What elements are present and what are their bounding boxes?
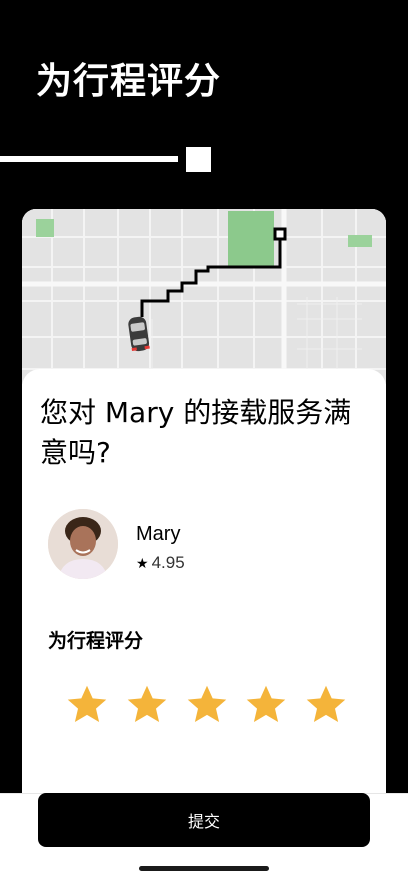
driver-rating: ★ 4.95 [136,553,185,573]
trip-map [22,209,386,384]
destination-marker [273,227,287,241]
star-icon: ★ [136,554,149,571]
page-title: 为行程评分 [36,61,222,102]
star-1-icon[interactable] [64,682,110,728]
rate-trip-heading: 为行程评分 [48,630,144,652]
driver-name: Mary [136,523,181,545]
star-3-icon[interactable] [184,682,230,728]
trip-card: 您对 Mary 的接载服务满意吗? Mary ★ 4.95 为行程评分 [22,209,386,883]
star-5-icon[interactable] [303,682,349,728]
star-2-icon[interactable] [124,682,170,728]
park-area [228,211,274,267]
star-4-icon[interactable] [243,682,289,728]
driver-rating-value: 4.95 [151,553,185,572]
progress-bar [0,156,178,162]
driver-avatar [48,509,118,579]
submit-button[interactable]: 提交 [38,793,370,847]
star-rating [64,682,349,730]
map-graphic [22,209,386,384]
progress-indicator [186,147,211,172]
home-indicator [139,866,269,871]
satisfaction-question: 您对 Mary 的接载服务满意吗? [40,396,352,469]
